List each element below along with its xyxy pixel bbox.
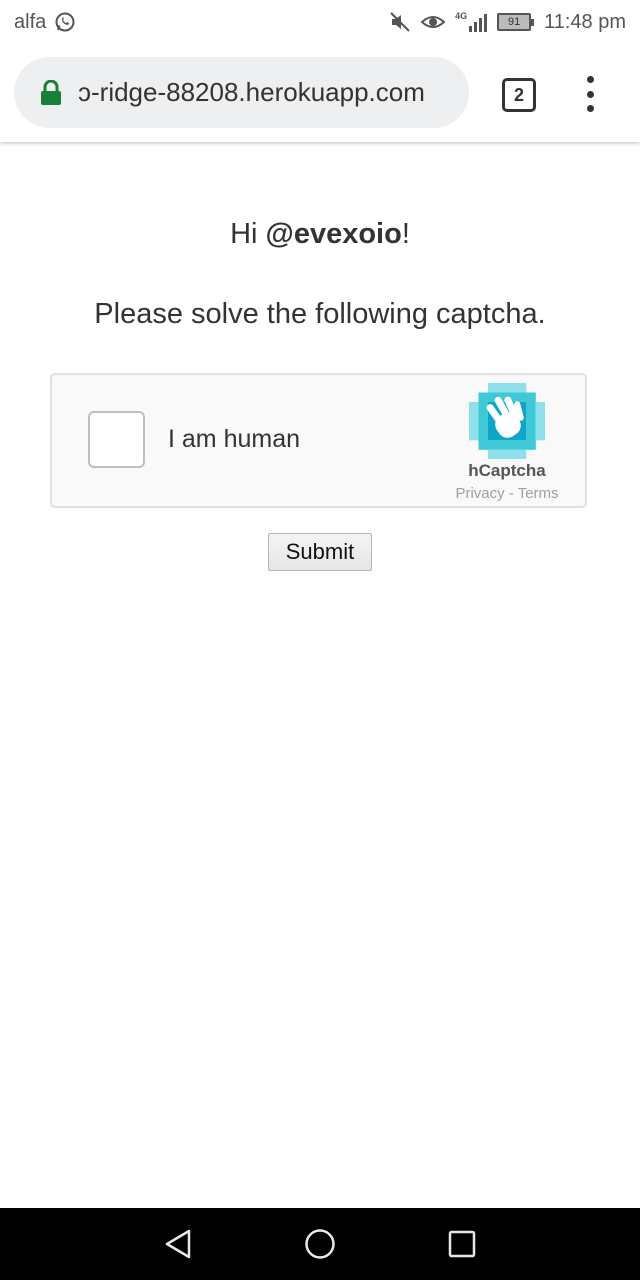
logo-pixel bbox=[488, 449, 498, 459]
logo-pixel bbox=[469, 402, 479, 412]
browser-toolbar: ɔ-ridge-88208.herokuapp.com 2 bbox=[0, 44, 640, 142]
logo-pixel bbox=[478, 440, 489, 450]
submit-button[interactable]: Submit bbox=[268, 533, 372, 571]
logo-pixel bbox=[478, 421, 489, 431]
carrier-name: alfa bbox=[14, 10, 47, 33]
home-icon bbox=[305, 1229, 335, 1259]
address-bar[interactable]: ɔ-ridge-88208.herokuapp.com bbox=[14, 57, 469, 128]
system-navigation-bar bbox=[0, 1208, 640, 1280]
terms-link[interactable]: Terms bbox=[518, 485, 559, 502]
status-left: alfa bbox=[14, 11, 76, 34]
logo-pixel bbox=[478, 392, 489, 403]
eye-icon bbox=[421, 12, 446, 32]
battery-level: 91 bbox=[497, 13, 532, 31]
privacy-link[interactable]: Privacy bbox=[455, 485, 504, 502]
tab-switcher-button[interactable]: 2 bbox=[502, 78, 536, 112]
logo-pixel bbox=[497, 383, 508, 393]
logo-pixel bbox=[535, 421, 545, 431]
back-button[interactable] bbox=[138, 1208, 218, 1280]
username: @evexoio bbox=[265, 218, 402, 250]
hcaptcha-widget: I am human hCaptcha Privacy - Terms bbox=[50, 373, 587, 508]
logo-pixel bbox=[507, 383, 517, 393]
url-text: ɔ-ridge-88208.herokuapp.com bbox=[78, 77, 425, 107]
logo-pixel bbox=[516, 383, 527, 393]
logo-pixel bbox=[526, 430, 536, 441]
greeting-prefix: Hi bbox=[230, 218, 266, 250]
back-icon bbox=[165, 1229, 191, 1259]
browser-menu-button[interactable] bbox=[578, 74, 602, 114]
logo-pixel bbox=[526, 392, 536, 403]
lock-icon bbox=[40, 79, 62, 106]
menu-dot-icon bbox=[586, 76, 594, 83]
logo-pixel bbox=[516, 449, 527, 459]
status-right: 4G 91 11:48 pm bbox=[389, 11, 626, 34]
captcha-checkbox[interactable] bbox=[88, 411, 145, 468]
logo-pixel bbox=[526, 411, 536, 422]
home-button[interactable] bbox=[280, 1208, 360, 1280]
recents-icon bbox=[448, 1230, 476, 1258]
hcaptcha-brand: hCaptcha bbox=[468, 461, 546, 480]
menu-dot-icon bbox=[586, 90, 594, 98]
logo-pixel bbox=[535, 430, 545, 441]
captcha-links: Privacy - Terms bbox=[442, 485, 572, 502]
logo-pixel bbox=[497, 449, 508, 459]
logo-pixel bbox=[526, 421, 536, 431]
logo-pixel bbox=[516, 440, 527, 450]
whatsapp-icon bbox=[54, 11, 76, 33]
logo-pixel bbox=[526, 402, 536, 412]
logo-pixel bbox=[478, 430, 489, 441]
captcha-instruction: Please solve the following captcha. bbox=[94, 298, 546, 330]
links-separator: - bbox=[504, 485, 518, 502]
logo-pixel bbox=[469, 421, 479, 431]
mute-icon bbox=[389, 11, 411, 33]
logo-pixel bbox=[478, 411, 489, 422]
clock: 11:48 pm bbox=[544, 10, 626, 33]
logo-pixel bbox=[488, 383, 498, 393]
battery-icon: 91 bbox=[497, 13, 535, 31]
network-type-label: 4G bbox=[455, 11, 468, 21]
greeting: Hi @evexoio! bbox=[0, 218, 640, 251]
logo-pixel bbox=[535, 402, 545, 412]
logo-pixel bbox=[497, 440, 508, 450]
logo-pixel bbox=[469, 430, 479, 441]
logo-pixel bbox=[535, 411, 545, 422]
logo-pixel bbox=[488, 430, 498, 441]
logo-pixel bbox=[526, 440, 536, 450]
greeting-suffix: ! bbox=[401, 218, 410, 250]
menu-dot-icon bbox=[586, 105, 594, 112]
logo-pixel bbox=[507, 449, 517, 459]
logo-pixel bbox=[516, 392, 527, 403]
logo-pixel bbox=[507, 440, 517, 450]
recents-button[interactable] bbox=[422, 1208, 502, 1280]
tab-count: 2 bbox=[513, 84, 524, 105]
captcha-label: I am human bbox=[168, 425, 301, 453]
logo-pixel bbox=[469, 411, 479, 422]
logo-pixel bbox=[488, 440, 498, 450]
status-bar: alfa 4G 91 11:48 pm bbox=[0, 0, 640, 44]
hcaptcha-logo-icon bbox=[469, 383, 545, 459]
signal-icon: 4G bbox=[455, 11, 488, 32]
